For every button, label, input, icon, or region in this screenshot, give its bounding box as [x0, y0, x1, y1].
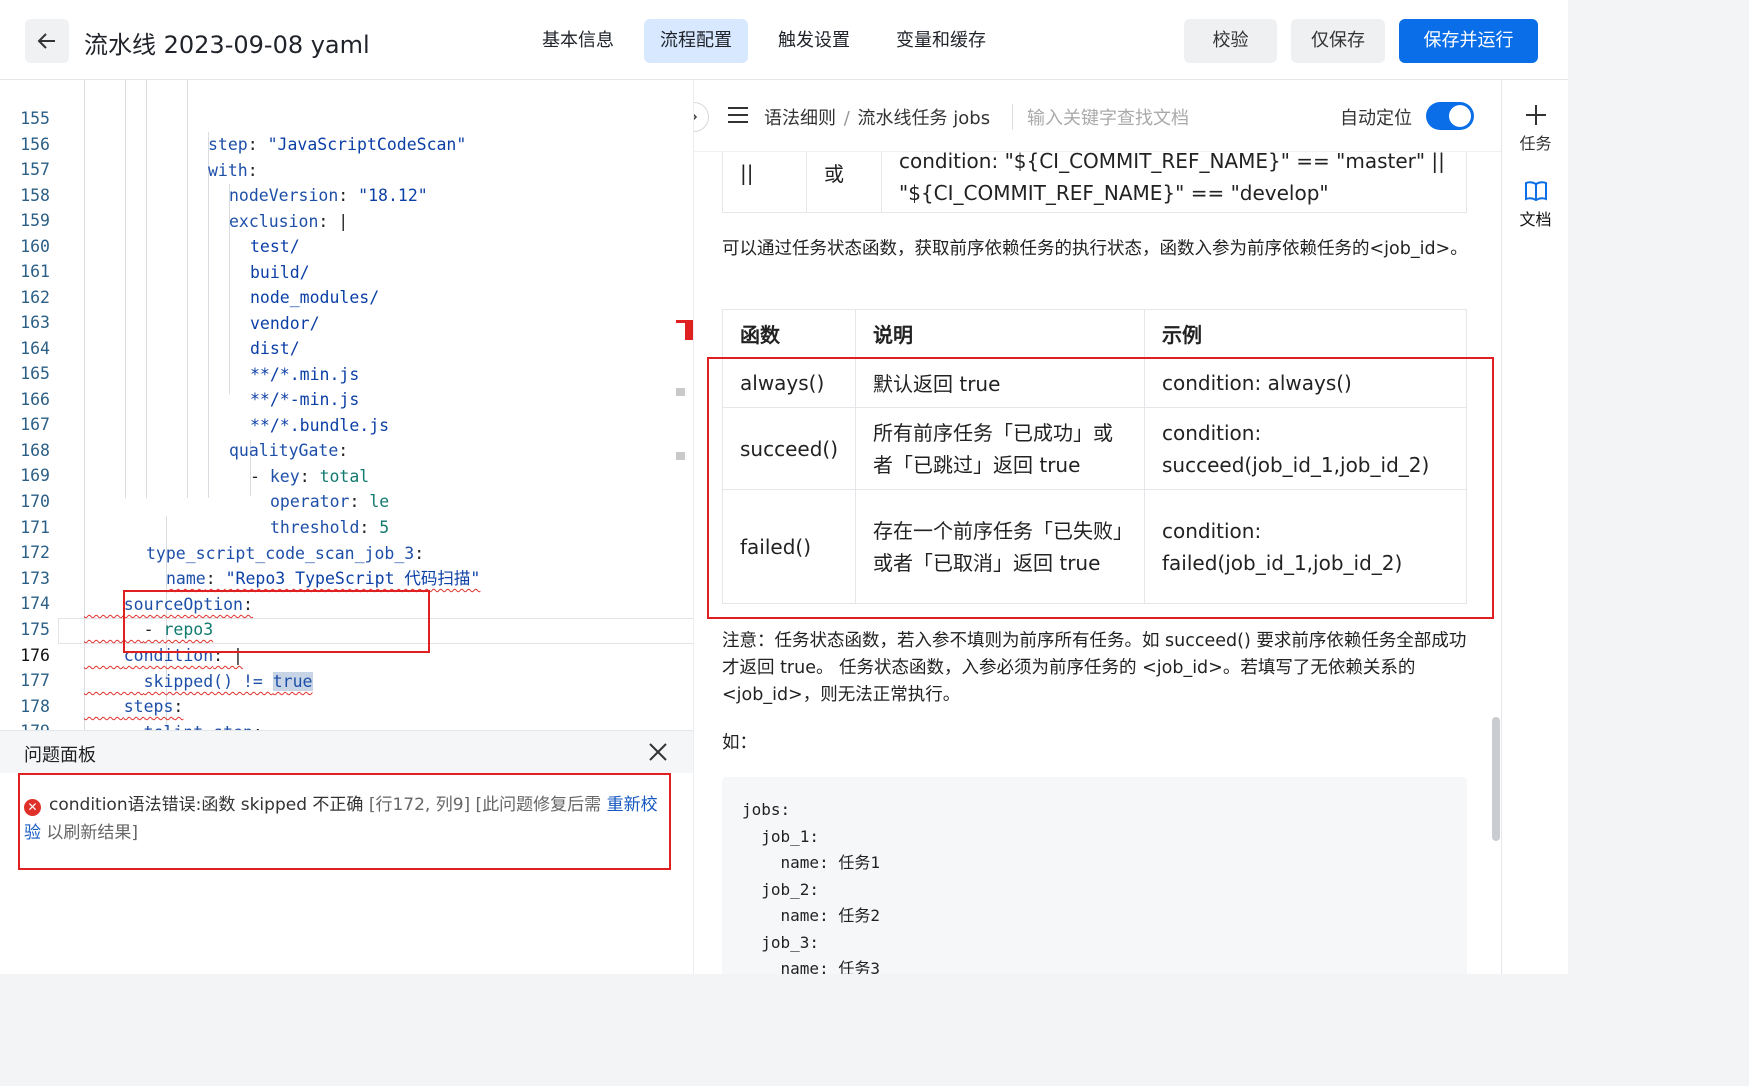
code-line: 170 threshold: 5 [0, 463, 693, 537]
code-line: 155 step: "JavaScriptCodeScan" [0, 80, 693, 154]
code-line: 179 name: "TypeScript 代码扫描" [0, 693, 693, 730]
tab-variables-cache[interactable]: 变量和缓存 [880, 19, 1002, 63]
breadcrumb-item[interactable]: 流水线任务 jobs [858, 108, 991, 129]
right-rail: 任务 文档 [1501, 80, 1568, 974]
code-line: 171 type_script_code_scan_job_3: [0, 489, 693, 563]
code-line: 167 qualityGate: [0, 386, 693, 460]
code-line: 162 vendor/ [0, 259, 693, 333]
doc-paragraph: 可以通过任务状态函数，获取前序依赖任务的执行状态，函数入参为前序依赖任务的<jo… [722, 239, 1468, 259]
code-line: 160 build/ [0, 208, 693, 282]
auto-locate-label: 自动定位 [1340, 108, 1412, 129]
annotation-box [18, 773, 671, 870]
table-header: 示例 [1144, 309, 1467, 358]
menu-icon[interactable] [728, 106, 748, 124]
code-line: 157 nodeVersion: "18.12" [0, 131, 693, 205]
doc-example-label: 如： [722, 733, 757, 753]
table-header: 说明 [855, 309, 1145, 358]
problem-panel-title: 问题面板 [24, 745, 96, 766]
code-line: 163 dist/ [0, 284, 693, 358]
save-and-run-button[interactable]: 保存并运行 [1399, 19, 1538, 63]
code-line: 159 test/ [0, 182, 693, 256]
error-marker [685, 320, 693, 340]
close-icon[interactable] [647, 741, 669, 763]
rail-task-button[interactable]: 任务 [1502, 104, 1569, 154]
table-header-row: 函数 说明 示例 [722, 309, 1467, 358]
docs-header: 语法细则 / 流水线任务 jobs 输入关键字查找文档 自动定位 [694, 80, 1501, 152]
example-code-block: jobs: job_1: name: 任务1 job_2: name: 任务2 … [722, 777, 1467, 974]
arrow-left-icon [37, 33, 55, 49]
code-line: 164 **/*.min.js [0, 310, 693, 384]
scroll-marker [676, 452, 685, 460]
yaml-editor[interactable]: 155 step: "JavaScriptCodeScan" 156 with:… [0, 80, 693, 730]
docs-scrollbar[interactable] [1492, 717, 1500, 841]
code-line: 172 name: "Repo3 TypeScript 代码扫描" [0, 514, 693, 588]
code-line: 173 sourceOption: [0, 540, 693, 614]
table-header: 函数 [722, 309, 856, 358]
code-line: 156 with: [0, 106, 693, 180]
doc-search-input[interactable]: 输入关键字查找文档 [1012, 104, 1189, 130]
code-line: 158 exclusion: | [0, 157, 693, 231]
breadcrumb-item[interactable]: 语法细则 [764, 108, 836, 129]
save-button[interactable]: 仅保存 [1291, 19, 1385, 63]
tab-basic-info[interactable]: 基本信息 [526, 19, 630, 63]
code-line: 169 operator: le [0, 437, 693, 511]
rail-docs-button[interactable]: 文档 [1502, 180, 1569, 230]
breadcrumb: 语法细则 / 流水线任务 jobs [764, 104, 990, 130]
problem-panel: 问题面板 ✕ condition语法错误:函数 skipped 不正确 [行172… [0, 730, 693, 974]
chevron-right-icon [694, 113, 698, 121]
tab-pipeline-config[interactable]: 流程配置 [644, 19, 748, 63]
plus-icon [1525, 105, 1546, 125]
breadcrumb-separator: / [843, 108, 850, 129]
line-number: 179 [0, 719, 50, 730]
scroll-marker [676, 388, 685, 396]
docs-panel: 语法细则 / 流水线任务 jobs 输入关键字查找文档 自动定位 || 或 co… [693, 80, 1501, 974]
doc-note: 注意：任务状态函数，若入参不填则为前序所有任务。如 succeed() 要求前序… [722, 631, 1467, 705]
validate-button[interactable]: 校验 [1184, 19, 1277, 63]
code-line: 166 **/*.bundle.js [0, 361, 693, 435]
code-line: 168 - key: total [0, 412, 693, 486]
code-line: 165 **/*-min.js [0, 335, 693, 409]
auto-locate-toggle[interactable] [1426, 102, 1474, 130]
annotation-box [707, 357, 1494, 619]
top-bar: 流水线 2023-09-08 yaml 基本信息 流程配置 触发设置 变量和缓存… [0, 0, 1568, 80]
tab-trigger-settings[interactable]: 触发设置 [762, 19, 866, 63]
page-title: 流水线 2023-09-08 yaml [84, 31, 370, 59]
annotation-box [123, 590, 430, 653]
code-line: 178 tslint_step: [0, 668, 693, 730]
rail-task-label: 任务 [1519, 134, 1552, 153]
code-line: 174 - repo3 [0, 565, 693, 639]
back-button[interactable] [25, 19, 69, 63]
problem-panel-header: 问题面板 [0, 731, 693, 773]
rail-docs-label: 文档 [1519, 210, 1552, 229]
book-icon [1524, 181, 1547, 202]
code-line: 161 node_modules/ [0, 233, 693, 307]
